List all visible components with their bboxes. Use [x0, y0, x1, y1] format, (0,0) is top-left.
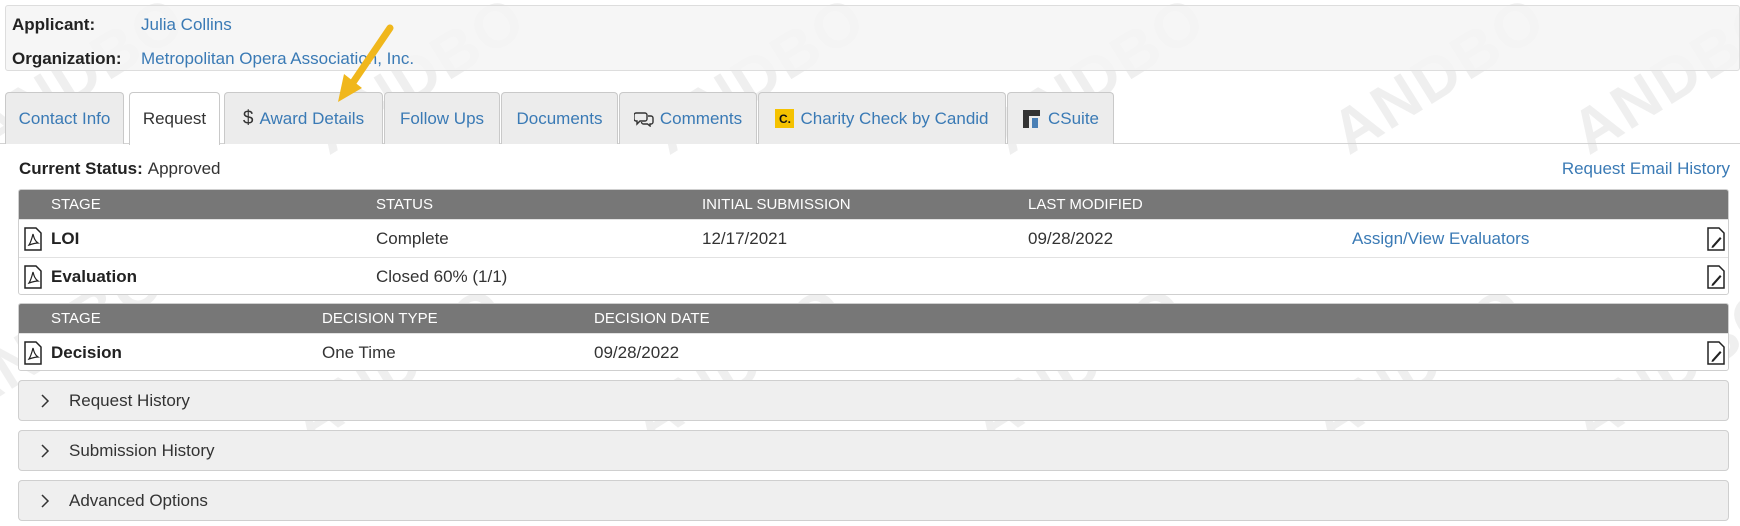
tab-contact-info[interactable]: Contact Info [5, 92, 124, 144]
accordion-submission-history[interactable]: Submission History [18, 430, 1729, 471]
request-email-history-link[interactable]: Request Email History [1562, 158, 1730, 180]
decision-table-header: STAGE DECISION TYPE DECISION DATE [19, 304, 1728, 333]
tab-label: Follow Ups [399, 108, 485, 128]
accordion-label: Advanced Options [69, 490, 208, 510]
accordion-advanced-options[interactable]: Advanced Options [18, 480, 1729, 521]
last-modified: 09/28/2022 [1028, 228, 1114, 248]
stage-name: LOI [51, 228, 80, 248]
table-row: LOI Complete 12/17/2021 09/28/2022 Assig… [19, 219, 1728, 257]
pdf-icon[interactable] [23, 258, 43, 294]
column-header: DECISION DATE [594, 310, 710, 327]
tab-request[interactable]: Request [129, 92, 220, 145]
stage-status: Closed 60% (1/1) [376, 266, 508, 286]
tab-label: Comments [659, 108, 743, 128]
accordion-request-history[interactable]: Request History [18, 380, 1729, 421]
column-header: STAGE [51, 310, 101, 327]
comments-icon [633, 111, 654, 127]
applicant-row: Applicant: Julia Collins [12, 14, 232, 36]
column-header: STAGE [51, 196, 101, 213]
applicant-info-box: Applicant: Julia Collins Organization: M… [5, 5, 1740, 71]
decision-type: One Time [322, 342, 396, 362]
current-status-label: Current Status: [19, 159, 143, 178]
tab-label: Charity Check by Candid [800, 108, 989, 128]
tab-csuite[interactable]: CSuite [1007, 92, 1114, 144]
stage-name: Evaluation [51, 266, 137, 286]
assign-view-evaluators-link[interactable]: Assign/View Evaluators [1352, 220, 1529, 257]
accordion-label: Request History [69, 390, 190, 410]
column-header: LAST MODIFIED [1028, 196, 1143, 213]
tab-label: CSuite [1047, 108, 1100, 128]
tab-label: Documents [516, 108, 603, 128]
decision-table: STAGE DECISION TYPE DECISION DATE Decisi… [18, 303, 1729, 371]
tab-label: Request [142, 109, 207, 128]
organization-label: Organization: [12, 49, 122, 68]
decision-date: 09/28/2022 [594, 342, 680, 362]
stage-status: Complete [376, 228, 449, 248]
tab-documents[interactable]: Documents [501, 92, 618, 144]
column-header: STATUS [376, 196, 433, 213]
current-status-value: Approved [147, 159, 221, 178]
table-row: Evaluation Closed 60% (1/1) [19, 257, 1728, 294]
accordion-label: Submission History [69, 440, 215, 460]
current-status: Current Status: Approved [19, 158, 221, 180]
edit-icon[interactable] [1706, 258, 1726, 294]
initial-submission: 12/17/2021 [702, 228, 788, 248]
edit-icon[interactable] [1706, 334, 1726, 370]
chevron-right-icon [33, 493, 57, 509]
applicant-name-link[interactable]: Julia Collins [141, 15, 232, 35]
column-header: DECISION TYPE [322, 310, 438, 327]
csuite-logo-icon [1022, 109, 1042, 129]
pointer-arrow-icon [338, 24, 394, 102]
pdf-icon[interactable] [23, 220, 43, 257]
chevron-right-icon [33, 393, 57, 409]
tab-label: Contact Info [18, 108, 111, 128]
column-header: INITIAL SUBMISSION [702, 196, 851, 213]
tab-follow-ups[interactable]: Follow Ups [384, 92, 500, 144]
edit-icon[interactable] [1706, 220, 1726, 257]
stage-name: Decision [51, 342, 122, 362]
stages-table: STAGE STATUS INITIAL SUBMISSION LAST MOD… [18, 189, 1729, 295]
chevron-right-icon [33, 443, 57, 459]
table-row: Decision One Time 09/28/2022 [19, 333, 1728, 370]
tab-comments[interactable]: Comments [619, 92, 757, 144]
tab-bar: Contact Info Request $ Award Details Fol… [5, 92, 1740, 145]
candid-logo-icon: C. [775, 109, 795, 128]
dollar-icon: $ [242, 107, 254, 129]
applicant-label: Applicant: [12, 15, 96, 34]
tab-charity-check[interactable]: C. Charity Check by Candid [758, 92, 1006, 144]
stages-table-header: STAGE STATUS INITIAL SUBMISSION LAST MOD… [19, 190, 1728, 219]
pdf-icon[interactable] [23, 334, 43, 370]
